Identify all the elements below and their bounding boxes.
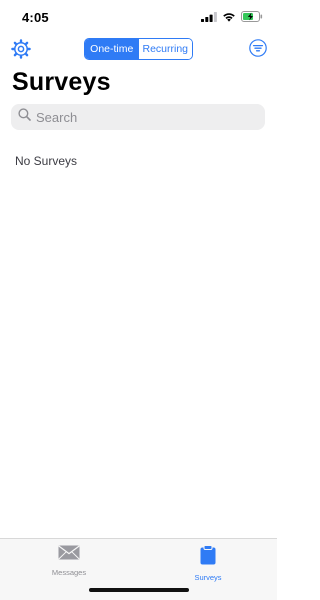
search-icon [18,108,31,126]
navigation-bar: One-time Recurring [0,36,277,64]
cellular-signal-icon [201,11,217,22]
tab-surveys-label: Surveys [194,573,222,582]
status-icons [201,11,263,22]
filter-button[interactable] [249,39,267,57]
battery-charging-icon [241,11,263,22]
empty-state-message: No Surveys [15,154,78,168]
settings-button[interactable] [11,39,31,59]
tab-surveys[interactable]: Surveys [168,545,248,582]
tab-messages-label: Messages [51,568,87,577]
tab-messages[interactable]: Messages [29,545,109,577]
search-input[interactable] [36,109,256,125]
status-time: 4:05 [22,10,49,25]
status-bar: 4:05 [0,0,277,34]
gear-icon [11,39,31,63]
segment-one-time[interactable]: One-time [85,39,139,59]
envelope-icon [58,545,80,565]
segment-recurring[interactable]: Recurring [138,39,192,59]
clipboard-icon [200,545,216,570]
wifi-icon [222,12,236,22]
search-field[interactable] [11,104,265,130]
page-title: Surveys [12,68,111,96]
survey-type-segmented-control: One-time Recurring [84,38,193,60]
filter-icon [249,39,267,61]
home-indicator [89,588,189,592]
